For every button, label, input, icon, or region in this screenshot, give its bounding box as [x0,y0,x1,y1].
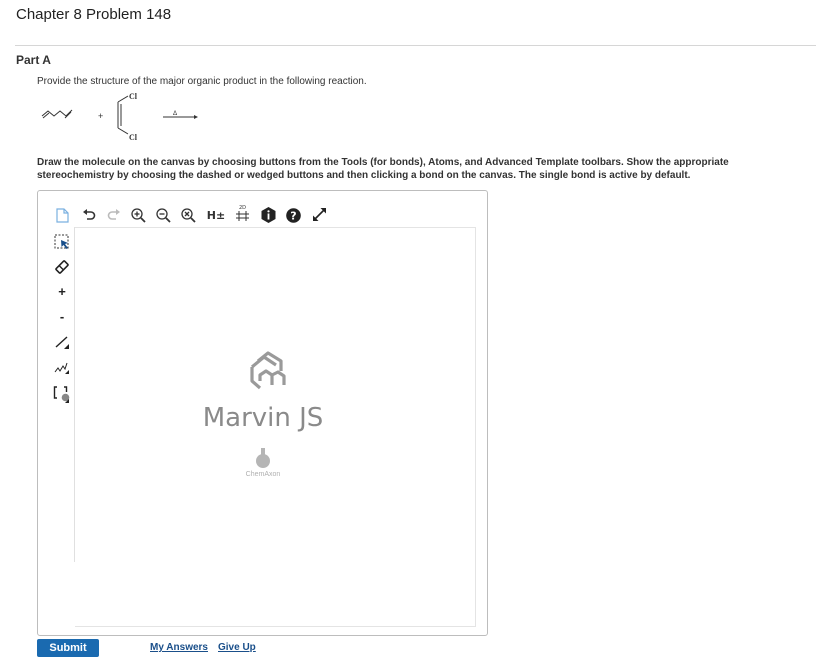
svg-text:?: ? [290,209,296,222]
hydrogen-toggle[interactable]: H± [204,205,228,225]
zoom-out-icon[interactable] [153,205,173,225]
marvin-title: Marvin JS [202,403,324,433]
drawing-instructions: Draw the molecule on the canvas by choos… [37,157,729,181]
chlorine-bottom: Cl [129,133,138,142]
charge-minus[interactable]: - [50,305,74,327]
eraser-icon[interactable] [50,256,74,278]
help-icon[interactable]: ? [283,205,303,225]
select-icon[interactable] [50,231,74,253]
divider [15,45,816,46]
chemaxon-text: ChemAxon [245,471,281,478]
bracket-icon[interactable] [50,383,74,405]
svg-text:2D: 2D [239,205,246,211]
info-icon[interactable] [258,205,278,225]
charge-minus-label: - [59,308,65,324]
marvin-logo [198,341,338,406]
part-label: Part A [16,53,51,67]
submit-button[interactable]: Submit [37,639,99,657]
hydrogen-label: H± [206,208,226,222]
redo-icon[interactable] [104,205,124,225]
diene-structure [41,109,73,119]
reaction-scheme: + Cl Cl Δ [41,92,198,142]
undo-icon[interactable] [79,205,99,225]
dienophile-structure [117,95,129,135]
molecule-editor[interactable]: H± 2D ? + - Marvin JS ChemAxon [37,190,488,636]
2d-clean-icon[interactable]: 2D [233,203,253,223]
fullscreen-icon[interactable] [309,204,329,224]
clean-icon[interactable] [178,205,198,225]
chain-icon[interactable] [50,356,74,378]
page-title: Chapter 8 Problem 148 [16,6,172,23]
heat-symbol: Δ [173,110,178,117]
charge-plus[interactable]: + [50,280,74,302]
give-up-link[interactable]: Give Up [218,642,256,653]
single-bond-icon[interactable] [50,331,74,353]
my-answers-link[interactable]: My Answers [150,642,208,653]
new-document-icon[interactable] [52,205,72,225]
charge-plus-label: + [58,283,66,299]
chlorine-top: Cl [129,92,138,101]
chemaxon-logo [254,447,272,474]
plus-sign: + [98,111,103,121]
zoom-in-icon[interactable] [128,205,148,225]
